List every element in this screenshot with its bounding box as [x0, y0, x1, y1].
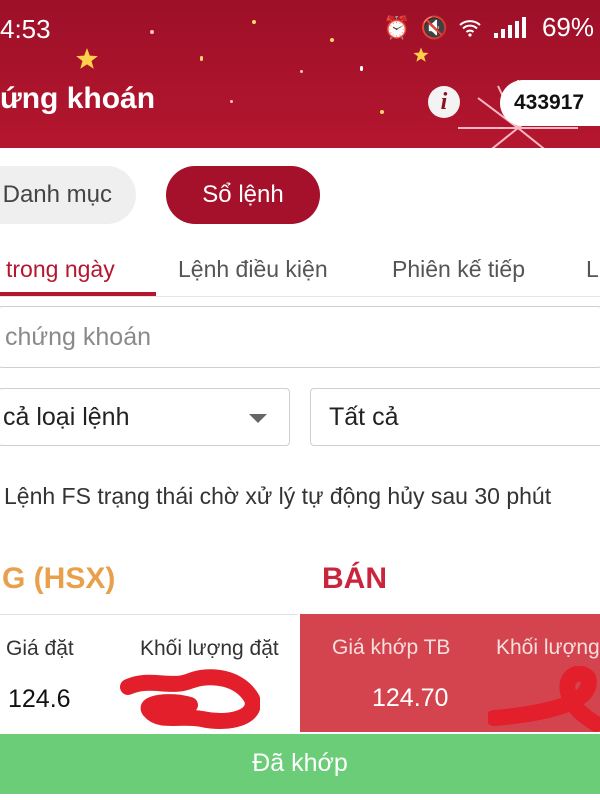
order-type-value: cả loại lệnh	[3, 403, 130, 431]
tab-next-session[interactable]: Phiên kế tiếp	[392, 256, 525, 283]
info-icon[interactable]: i	[428, 86, 460, 118]
order-tabs: trong ngày Lệnh điều kiện Phiên kế tiếp …	[0, 246, 600, 296]
price-value: 124.6	[8, 685, 71, 713]
match-volume-label: Khối lượng	[496, 636, 600, 659]
app-header: 4:53 ⏰ 🔇 69% ứng khoán	[0, 0, 600, 148]
tab-today-orders[interactable]: trong ngày	[6, 256, 115, 283]
star-icon	[76, 48, 98, 69]
volume-label: Khối lượng đặt	[140, 637, 279, 660]
redaction-scribble	[488, 666, 600, 732]
order-status-dropdown[interactable]: Tất cả	[310, 388, 600, 446]
status-time: 4:53	[0, 14, 51, 44]
tab-conditional-orders[interactable]: Lệnh điều kiện	[178, 256, 328, 283]
chevron-down-icon	[249, 414, 267, 423]
order-type-dropdown[interactable]: cả loại lệnh	[0, 388, 290, 446]
avg-match-price-label: Giá khớp TB	[332, 636, 451, 659]
tab-more[interactable]: L	[586, 256, 599, 283]
confetti-decoration	[230, 100, 233, 103]
confetti-decoration	[252, 20, 256, 24]
tab-orderbook[interactable]: Sổ lệnh	[166, 166, 320, 224]
confetti-decoration	[380, 110, 384, 114]
avg-match-price-value: 124.70	[372, 684, 449, 712]
confetti-decoration	[200, 56, 203, 61]
auto-cancel-notice: Lệnh FS trạng thái chờ xử lý tự động hủy…	[4, 483, 552, 509]
alarm-icon: ⏰	[383, 14, 411, 40]
confetti-decoration	[300, 70, 303, 73]
order-request-panel: Giá đặt 124.6 Khối lượng đặt	[0, 614, 298, 733]
signal-icon	[493, 16, 526, 38]
symbol-search-input[interactable]: chứng khoán	[0, 306, 600, 368]
confetti-decoration	[330, 38, 334, 42]
page-title: ứng khoán	[0, 82, 156, 115]
order-status-value: Tất cả	[329, 403, 399, 431]
order-symbol: G (HSX)	[2, 562, 116, 595]
battery-level: 69%	[541, 12, 594, 42]
tabs-divider	[0, 296, 600, 297]
star-icon	[413, 47, 429, 62]
order-status-bar[interactable]: Đã khớp	[0, 734, 600, 794]
order-match-panel: Giá khớp TB 124.70 Khối lượng	[300, 614, 600, 732]
order-side-badge: BÁN	[322, 562, 387, 595]
confetti-decoration	[150, 30, 154, 34]
mute-icon: 🔇	[420, 14, 448, 40]
status-icons: ⏰ 🔇 69%	[383, 12, 594, 43]
price-label: Giá đặt	[6, 637, 74, 660]
account-selector[interactable]: 433917	[500, 80, 600, 126]
wifi-icon	[459, 19, 481, 37]
confetti-decoration	[360, 66, 363, 71]
tab-portfolio[interactable]: Danh mục	[0, 166, 136, 224]
redaction-scribble	[120, 669, 260, 729]
